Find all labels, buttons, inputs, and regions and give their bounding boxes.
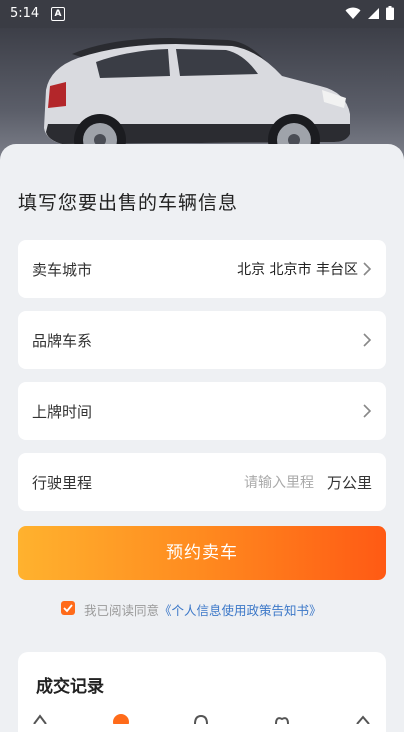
signal-icon [368, 7, 379, 19]
mileage-row: 行驶里程 请输入里程 万公里 [18, 453, 386, 511]
deal-records-title: 成交记录 [36, 677, 104, 697]
battery-icon [386, 6, 394, 20]
city-value: 北京 北京市 丰台区 [237, 262, 358, 278]
system-icons [345, 6, 394, 20]
reg-date-label: 上牌时间 [32, 403, 93, 421]
page-title: 填写您要出售的车辆信息 [18, 192, 239, 214]
favorite-nav-icon[interactable] [274, 712, 290, 724]
service-nav-icon[interactable] [193, 712, 209, 724]
privacy-policy-link[interactable]: 《个人信息使用政策告知书》 [159, 603, 322, 618]
profile-nav-icon[interactable] [355, 712, 371, 724]
chevron-right-icon [363, 333, 372, 347]
brand-label: 品牌车系 [32, 332, 93, 350]
city-row[interactable]: 卖车城市 北京 北京市 丰台区 [18, 240, 386, 298]
wifi-icon [345, 7, 361, 19]
brand-row[interactable]: 品牌车系 [18, 311, 386, 369]
agreement: 我已阅读同意《个人信息使用政策告知书》 [61, 600, 322, 619]
mileage-label: 行驶里程 [32, 474, 93, 492]
reg-date-row[interactable]: 上牌时间 [18, 382, 386, 440]
home-nav-icon[interactable] [32, 712, 48, 724]
agreement-checkbox[interactable] [61, 601, 75, 615]
sell-nav-icon[interactable] [113, 712, 129, 724]
submit-sell-button[interactable]: 预约卖车 [18, 526, 386, 580]
mileage-input[interactable]: 请输入里程 [244, 472, 314, 492]
agreement-text: 我已阅读同意 [84, 603, 160, 618]
city-label: 卖车城市 [32, 261, 93, 279]
chevron-right-icon [363, 404, 372, 418]
mileage-unit: 万公里 [326, 474, 372, 492]
status-bar: 5:14 A [0, 0, 404, 28]
chevron-right-icon [363, 262, 372, 276]
status-time: 5:14 [10, 6, 40, 21]
check-icon [63, 604, 73, 613]
notification-a-icon: A [51, 7, 65, 21]
